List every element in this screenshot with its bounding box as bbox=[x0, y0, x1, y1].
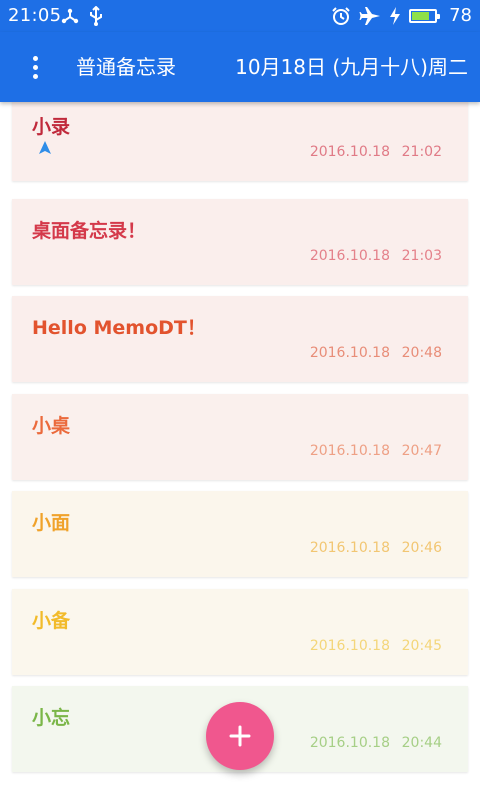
memo-date: 2016.10.18 bbox=[309, 735, 390, 751]
memo-time: 21:02 bbox=[401, 144, 442, 160]
memo-date: 2016.10.18 bbox=[309, 345, 390, 361]
memo-card[interactable]: 小备 2016.10.18 20:45 bbox=[12, 589, 468, 675]
menu-dot bbox=[32, 73, 38, 79]
memo-time: 20:48 bbox=[401, 345, 442, 361]
battery-fill bbox=[412, 12, 429, 20]
memo-card[interactable]: 小桌 2016.10.18 20:47 bbox=[12, 394, 468, 480]
app-date: 10月18日 (九月十八)周二 bbox=[235, 55, 468, 79]
memo-time: 20:46 bbox=[401, 540, 442, 556]
add-icon bbox=[229, 725, 251, 747]
status-notification-icons bbox=[60, 6, 104, 26]
memo-title: 小桌 bbox=[32, 415, 71, 437]
status-bar: 21:05 78 bbox=[0, 0, 480, 32]
location-arrow-icon bbox=[39, 141, 51, 154]
menu-dot bbox=[32, 64, 38, 70]
memo-card[interactable]: 小录 2016.10.18 21:02 bbox=[12, 102, 468, 181]
memo-date: 2016.10.18 bbox=[309, 540, 390, 556]
airplane-icon bbox=[359, 7, 381, 25]
status-time: 21:05 bbox=[8, 5, 62, 26]
memo-time: 21:03 bbox=[401, 248, 442, 264]
memo-card[interactable]: 小面 2016.10.18 20:46 bbox=[12, 491, 468, 577]
memo-title: 小备 bbox=[32, 610, 71, 632]
memo-card[interactable]: 桌面备忘录！ 2016.10.18 21:03 bbox=[12, 199, 468, 285]
battery-icon bbox=[409, 9, 441, 23]
app-title[interactable]: 普通备忘录 bbox=[76, 54, 176, 80]
memo-date: 2016.10.18 bbox=[309, 638, 390, 654]
share-icon bbox=[61, 8, 79, 24]
memo-title: Hello MemoDT！ bbox=[32, 317, 206, 339]
memo-date: 2016.10.18 bbox=[309, 248, 390, 264]
memo-time: 20:45 bbox=[401, 638, 442, 654]
add-memo-button[interactable] bbox=[206, 702, 274, 770]
memo-app-screen: 21:05 78 普通备忘录 10月18日 (九月十八)周二 小录 2016.1… bbox=[0, 0, 480, 800]
app-bar: 普通备忘录 10月18日 (九月十八)周二 bbox=[0, 32, 480, 102]
memo-title: 小忘 bbox=[32, 707, 71, 729]
memo-title: 桌面备忘录！ bbox=[32, 220, 147, 242]
more-vert-icon[interactable] bbox=[20, 50, 50, 84]
memo-date: 2016.10.18 bbox=[309, 443, 390, 459]
status-system-icons: 78 bbox=[331, 5, 472, 27]
memo-time: 20:47 bbox=[401, 443, 442, 459]
alarm-icon bbox=[332, 7, 350, 25]
memo-date: 2016.10.18 bbox=[309, 144, 390, 160]
memo-time: 20:44 bbox=[401, 735, 442, 751]
memo-title: 小面 bbox=[32, 512, 71, 534]
battery-level: 78 bbox=[449, 5, 472, 26]
menu-dot bbox=[32, 55, 38, 61]
usb-icon bbox=[90, 6, 102, 26]
memo-card[interactable]: Hello MemoDT！ 2016.10.18 20:48 bbox=[12, 296, 468, 382]
memo-title: 小录 bbox=[32, 116, 71, 138]
memo-list[interactable]: 小录 2016.10.18 21:02 桌面备忘录！ 2016.10.18 21… bbox=[0, 102, 480, 800]
charging-icon bbox=[390, 7, 401, 25]
